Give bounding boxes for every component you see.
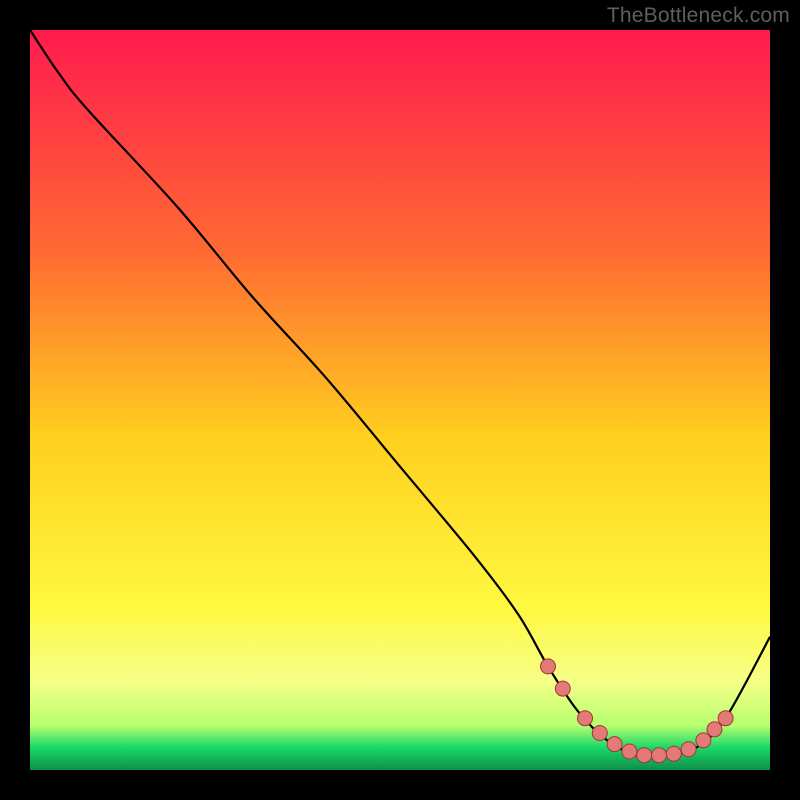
curve-marker <box>707 722 722 737</box>
curve-marker <box>555 681 570 696</box>
plot-gradient-bg <box>30 30 770 770</box>
curve-marker <box>637 748 652 763</box>
curve-marker <box>666 746 681 761</box>
curve-marker <box>578 711 593 726</box>
curve-marker <box>592 726 607 741</box>
curve-marker <box>718 711 733 726</box>
curve-marker <box>541 659 556 674</box>
watermark-text: TheBottleneck.com <box>607 4 790 28</box>
curve-marker <box>607 737 622 752</box>
curve-marker <box>622 744 637 759</box>
curve-marker <box>652 748 667 763</box>
chart-frame: TheBottleneck.com <box>0 0 800 800</box>
bottleneck-chart <box>0 0 800 800</box>
curve-marker <box>681 742 696 757</box>
curve-marker <box>696 733 711 748</box>
